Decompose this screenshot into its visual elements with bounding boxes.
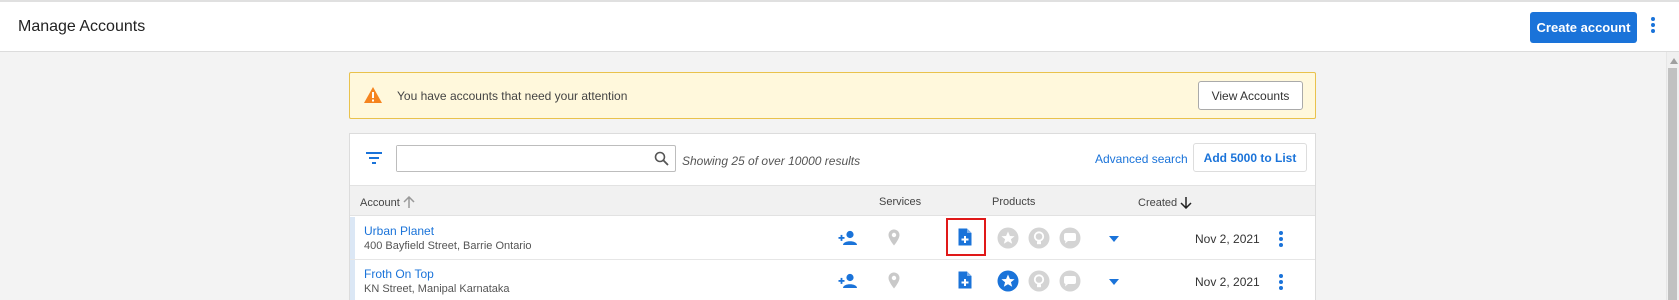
column-header-services: Services — [879, 196, 922, 208]
search-icon[interactable] — [654, 151, 669, 166]
column-header-created[interactable]: Created — [1138, 196, 1192, 210]
column-label-account: Account — [360, 197, 400, 209]
search-box — [396, 145, 676, 172]
account-name-link[interactable]: Froth On Top — [364, 267, 434, 281]
location-pin-icon[interactable] — [888, 272, 900, 289]
star-icon[interactable] — [997, 227, 1019, 249]
created-date: Nov 2, 2021 — [1195, 275, 1260, 289]
chat-icon[interactable] — [1059, 270, 1081, 292]
column-label-created: Created — [1138, 197, 1178, 209]
account-address: 400 Bayfield Street, Barrie Ontario — [364, 240, 532, 252]
add-user-icon[interactable] — [838, 273, 858, 289]
star-icon[interactable] — [997, 270, 1019, 292]
filter-icon[interactable] — [366, 151, 382, 165]
alert-message: You have accounts that need your attenti… — [397, 89, 628, 103]
top-bar: Manage Accounts Create account — [0, 0, 1679, 52]
attention-alert: You have accounts that need your attenti… — [349, 72, 1316, 119]
scrollbar-thumb[interactable] — [1668, 68, 1677, 300]
table-row[interactable]: Froth On Top KN Street, Manipal Karnatak… — [350, 260, 1315, 300]
scroll-up-arrow-icon[interactable] — [1670, 58, 1678, 64]
page-title: Manage Accounts — [18, 18, 146, 35]
add-to-list-button[interactable]: Add 5000 to List — [1193, 143, 1307, 172]
chat-icon[interactable] — [1059, 227, 1081, 249]
created-date: Nov 2, 2021 — [1195, 232, 1260, 246]
account-name-link[interactable]: Urban Planet — [364, 224, 434, 238]
warning-icon — [364, 87, 382, 103]
view-accounts-button[interactable]: View Accounts — [1198, 81, 1303, 110]
results-count: Showing 25 of over 10000 results — [682, 154, 861, 168]
lightbulb-icon[interactable] — [1028, 270, 1050, 292]
row-accent — [350, 217, 355, 259]
table-row[interactable]: Urban Planet 400 Bayfield Street, Barrie… — [350, 217, 1315, 260]
row-accent — [350, 260, 355, 300]
document-plus-icon[interactable] — [958, 228, 972, 246]
add-user-icon[interactable] — [838, 230, 858, 246]
more-vertical-icon[interactable] — [1278, 274, 1284, 292]
accounts-panel: Showing 25 of over 10000 results Advance… — [349, 133, 1316, 300]
table-header: Account Services Products Created — [350, 185, 1315, 216]
more-vertical-icon[interactable] — [1278, 231, 1284, 249]
more-vertical-icon[interactable] — [1648, 17, 1658, 39]
search-input[interactable] — [397, 146, 637, 171]
chevron-down-icon[interactable] — [1109, 236, 1119, 242]
sort-arrow-icon[interactable] — [1180, 196, 1192, 210]
account-address: KN Street, Manipal Karnataka — [364, 283, 510, 295]
sort-arrow-icon[interactable] — [403, 195, 415, 209]
column-header-account[interactable]: Account — [360, 195, 415, 209]
document-plus-icon[interactable] — [958, 271, 972, 289]
chevron-down-icon[interactable] — [1109, 279, 1119, 285]
advanced-search-link[interactable]: Advanced search — [1095, 152, 1188, 166]
create-account-button[interactable]: Create account — [1530, 12, 1637, 43]
column-header-products: Products — [992, 196, 1036, 208]
location-pin-icon[interactable] — [888, 229, 900, 246]
lightbulb-icon[interactable] — [1028, 227, 1050, 249]
